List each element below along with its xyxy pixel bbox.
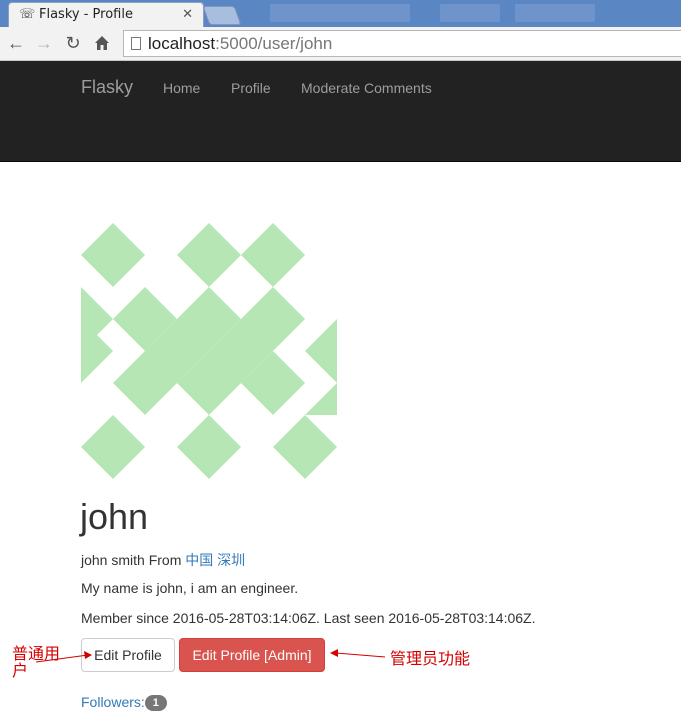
blurred-tab-area	[440, 4, 500, 22]
browser-tab-strip: ☏ Flasky - Profile ✕	[0, 0, 681, 27]
followers-label: Followers:	[81, 694, 145, 710]
blurred-tab-area	[515, 4, 595, 22]
browser-toolbar: ← → ↻ localhost:5000/user/john	[0, 27, 681, 61]
browser-tab[interactable]: ☏ Flasky - Profile ✕	[8, 2, 204, 27]
edit-profile-button[interactable]: Edit Profile	[81, 638, 175, 672]
tab-title: Flasky - Profile	[39, 7, 133, 22]
arrow-line-right	[335, 652, 386, 658]
flask-favicon-icon: ☏	[19, 6, 36, 21]
new-tab-button[interactable]	[202, 6, 242, 25]
annotation-user: 普通用户	[12, 644, 61, 680]
page-icon	[131, 37, 141, 50]
location-link[interactable]: 中国 深圳	[185, 552, 245, 568]
followers-link[interactable]: Followers: 1	[81, 694, 167, 712]
nav-link-home[interactable]: Home	[163, 80, 200, 96]
address-bar[interactable]: localhost:5000/user/john	[123, 30, 681, 57]
close-tab-icon[interactable]: ✕	[182, 6, 193, 22]
navbar-brand[interactable]: Flasky	[81, 77, 133, 98]
home-icon[interactable]	[90, 31, 114, 55]
back-arrow-icon[interactable]: ←	[4, 31, 28, 55]
arrow-head-right	[330, 649, 338, 657]
member-since: Member since 2016-05-28T03:14:06Z. Last …	[81, 610, 536, 626]
forward-arrow-icon[interactable]: →	[32, 31, 56, 55]
about-me: My name is john, i am an engineer.	[81, 580, 299, 596]
reload-icon[interactable]: ↻	[61, 31, 85, 55]
blurred-tab-area	[270, 4, 410, 22]
site-navbar: Flasky Home Profile Moderate Comments	[0, 61, 681, 162]
username-heading: john	[80, 496, 149, 537]
annotation-admin: 管理员功能	[390, 649, 471, 668]
nav-link-moderate-comments[interactable]: Moderate Comments	[301, 80, 432, 96]
full-name: john smith	[81, 552, 145, 568]
avatar	[81, 223, 337, 479]
url-text: localhost:5000/user/john	[148, 34, 333, 53]
followers-count-badge: 1	[144, 695, 167, 712]
profile-name-line: john smith From 中国 深圳	[81, 550, 245, 570]
nav-link-profile[interactable]: Profile	[231, 80, 271, 96]
from-label: From	[148, 552, 182, 568]
edit-profile-admin-button[interactable]: Edit Profile [Admin]	[179, 638, 325, 672]
